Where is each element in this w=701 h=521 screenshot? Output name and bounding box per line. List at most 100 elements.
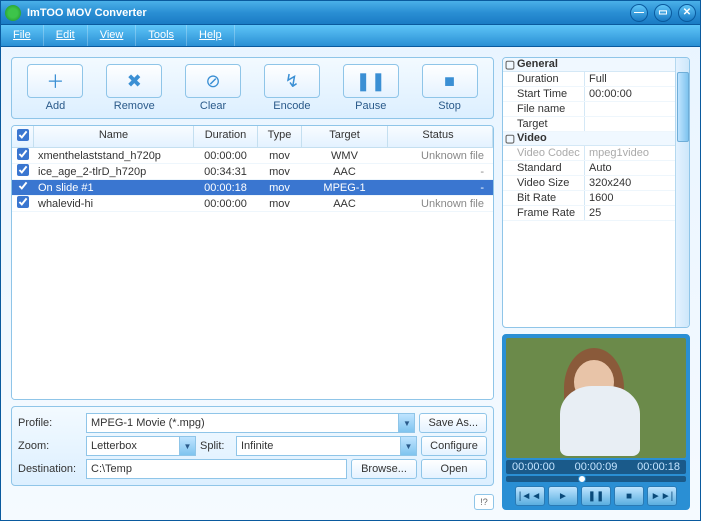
prop-value[interactable]	[585, 117, 675, 131]
stop-button[interactable]: ■ Stop	[412, 64, 487, 112]
menu-help[interactable]: Help	[187, 25, 235, 46]
chevron-down-icon[interactable]: ▼	[398, 414, 414, 432]
prop-row[interactable]: Bit Rate1600	[503, 191, 675, 206]
prop-value[interactable]: 1600	[585, 191, 675, 205]
pause-button[interactable]: ❚❚ Pause	[333, 64, 408, 112]
col-status[interactable]: Status	[388, 126, 493, 147]
zoom-select[interactable]: ▼	[86, 436, 196, 456]
menu-file[interactable]: File	[1, 25, 44, 46]
properties-scrollbar[interactable]	[675, 58, 689, 327]
prop-row[interactable]: Video Codecmpeg1video	[503, 146, 675, 161]
browse-button[interactable]: Browse...	[351, 459, 417, 479]
prop-row[interactable]: File name	[503, 102, 675, 117]
collapse-icon[interactable]: ▢	[503, 58, 517, 71]
prop-group-header[interactable]: ▢Video	[503, 132, 675, 146]
plus-icon: ＋	[27, 64, 83, 98]
minimize-button[interactable]: —	[630, 4, 648, 22]
cell-target: WMV	[302, 149, 388, 163]
prop-value[interactable]: 25	[585, 206, 675, 220]
prop-key: File name	[503, 102, 585, 116]
prop-row[interactable]: Start Time00:00:00	[503, 87, 675, 102]
row-checkbox[interactable]	[12, 148, 34, 164]
window-title: ImTOO MOV Converter	[27, 7, 630, 19]
close-button[interactable]: ✕	[678, 4, 696, 22]
col-name[interactable]: Name	[34, 126, 194, 147]
preview-image	[506, 338, 686, 458]
destination-input[interactable]	[86, 459, 347, 479]
table-row[interactable]: xmenthelaststand_h720p00:00:00movWMVUnkn…	[12, 148, 493, 164]
cell-type: mov	[258, 197, 302, 211]
col-duration[interactable]: Duration	[194, 126, 258, 147]
preview-prev-button[interactable]: |◄◄	[515, 486, 545, 506]
cell-name: ice_age_2-tlrD_h720p	[34, 165, 194, 179]
prop-group-name: Video	[517, 132, 547, 145]
prop-key: Standard	[503, 161, 585, 175]
scrollbar-thumb[interactable]	[677, 72, 689, 142]
check-all[interactable]	[17, 129, 29, 141]
open-button[interactable]: Open	[421, 459, 487, 479]
save-as-button[interactable]: Save As...	[419, 413, 487, 433]
maximize-button[interactable]: ▭	[654, 4, 672, 22]
col-target[interactable]: Target	[302, 126, 388, 147]
cell-target: MPEG-1	[302, 181, 388, 195]
profile-select[interactable]: ▼	[86, 413, 415, 433]
x-icon: ✖	[106, 64, 162, 98]
zoom-label: Zoom:	[18, 440, 82, 452]
cell-name: whalevid-hi	[34, 197, 194, 211]
cell-type: mov	[258, 181, 302, 195]
prop-row[interactable]: Video Size320x240	[503, 176, 675, 191]
prop-row[interactable]: Frame Rate25	[503, 206, 675, 221]
menu-view[interactable]: View	[88, 25, 137, 46]
time-end: 00:00:18	[637, 461, 680, 473]
collapse-icon[interactable]: ▢	[503, 132, 517, 145]
preview-next-button[interactable]: ►►|	[647, 486, 677, 506]
remove-button[interactable]: ✖ Remove	[97, 64, 172, 112]
grid-body: xmenthelaststand_h720p00:00:00movWMVUnkn…	[12, 148, 493, 399]
row-checkbox[interactable]	[12, 179, 34, 196]
prop-key: Video Size	[503, 176, 585, 190]
app-window: ImTOO MOV Converter — ▭ ✕ File Edit View…	[0, 0, 701, 521]
table-row[interactable]: whalevid-hi00:00:00movAACUnknown file	[12, 196, 493, 212]
main-body: ＋ Add ✖ Remove ⊘ Clear ↯ Encode ❚❚ Pause…	[1, 47, 700, 520]
chevron-down-icon[interactable]: ▼	[400, 437, 416, 455]
cell-duration: 00:00:18	[194, 181, 258, 195]
menu-tools[interactable]: Tools	[136, 25, 187, 46]
properties-body: ▢GeneralDurationFullStart Time00:00:00Fi…	[503, 58, 675, 327]
preview-stop-button[interactable]: ■	[614, 486, 644, 506]
chevron-down-icon[interactable]: ▼	[179, 437, 195, 455]
menu-edit[interactable]: Edit	[44, 25, 88, 46]
prop-row[interactable]: Target	[503, 117, 675, 132]
preview-pause-button[interactable]: ❚❚	[581, 486, 611, 506]
row-checkbox[interactable]	[12, 195, 34, 212]
prop-value[interactable]: 00:00:00	[585, 87, 675, 101]
help-hint-button[interactable]: !?	[474, 494, 494, 510]
col-type[interactable]: Type	[258, 126, 302, 147]
add-button[interactable]: ＋ Add	[18, 64, 93, 112]
row-checkbox[interactable]	[12, 163, 34, 180]
split-select[interactable]: ▼	[236, 436, 417, 456]
seek-thumb[interactable]	[578, 475, 586, 483]
preview-play-button[interactable]: ►	[548, 486, 578, 506]
prop-key: Frame Rate	[503, 206, 585, 220]
configure-button[interactable]: Configure	[421, 436, 487, 456]
prop-value[interactable]: Auto	[585, 161, 675, 175]
col-check[interactable]	[12, 126, 34, 147]
prop-value[interactable]: Full	[585, 72, 675, 86]
right-column: ▢GeneralDurationFullStart Time00:00:00Fi…	[502, 57, 690, 510]
table-row[interactable]: On slide #100:00:18movMPEG-1-	[12, 180, 493, 196]
table-row[interactable]: ice_age_2-tlrD_h720p00:34:31movAAC-	[12, 164, 493, 180]
time-current: 00:00:09	[575, 461, 618, 473]
clear-button[interactable]: ⊘ Clear	[176, 64, 251, 112]
prop-group-header[interactable]: ▢General	[503, 58, 675, 72]
properties-panel: ▢GeneralDurationFullStart Time00:00:00Fi…	[502, 57, 690, 328]
split-input[interactable]	[236, 436, 417, 456]
prop-value[interactable]: 320x240	[585, 176, 675, 190]
encode-button[interactable]: ↯ Encode	[254, 64, 329, 112]
cell-type: mov	[258, 149, 302, 163]
seek-bar[interactable]	[506, 476, 686, 482]
prop-row[interactable]: DurationFull	[503, 72, 675, 87]
profile-input[interactable]	[86, 413, 415, 433]
prop-value[interactable]	[585, 102, 675, 116]
prop-value[interactable]: mpeg1video	[585, 146, 675, 160]
prop-row[interactable]: StandardAuto	[503, 161, 675, 176]
